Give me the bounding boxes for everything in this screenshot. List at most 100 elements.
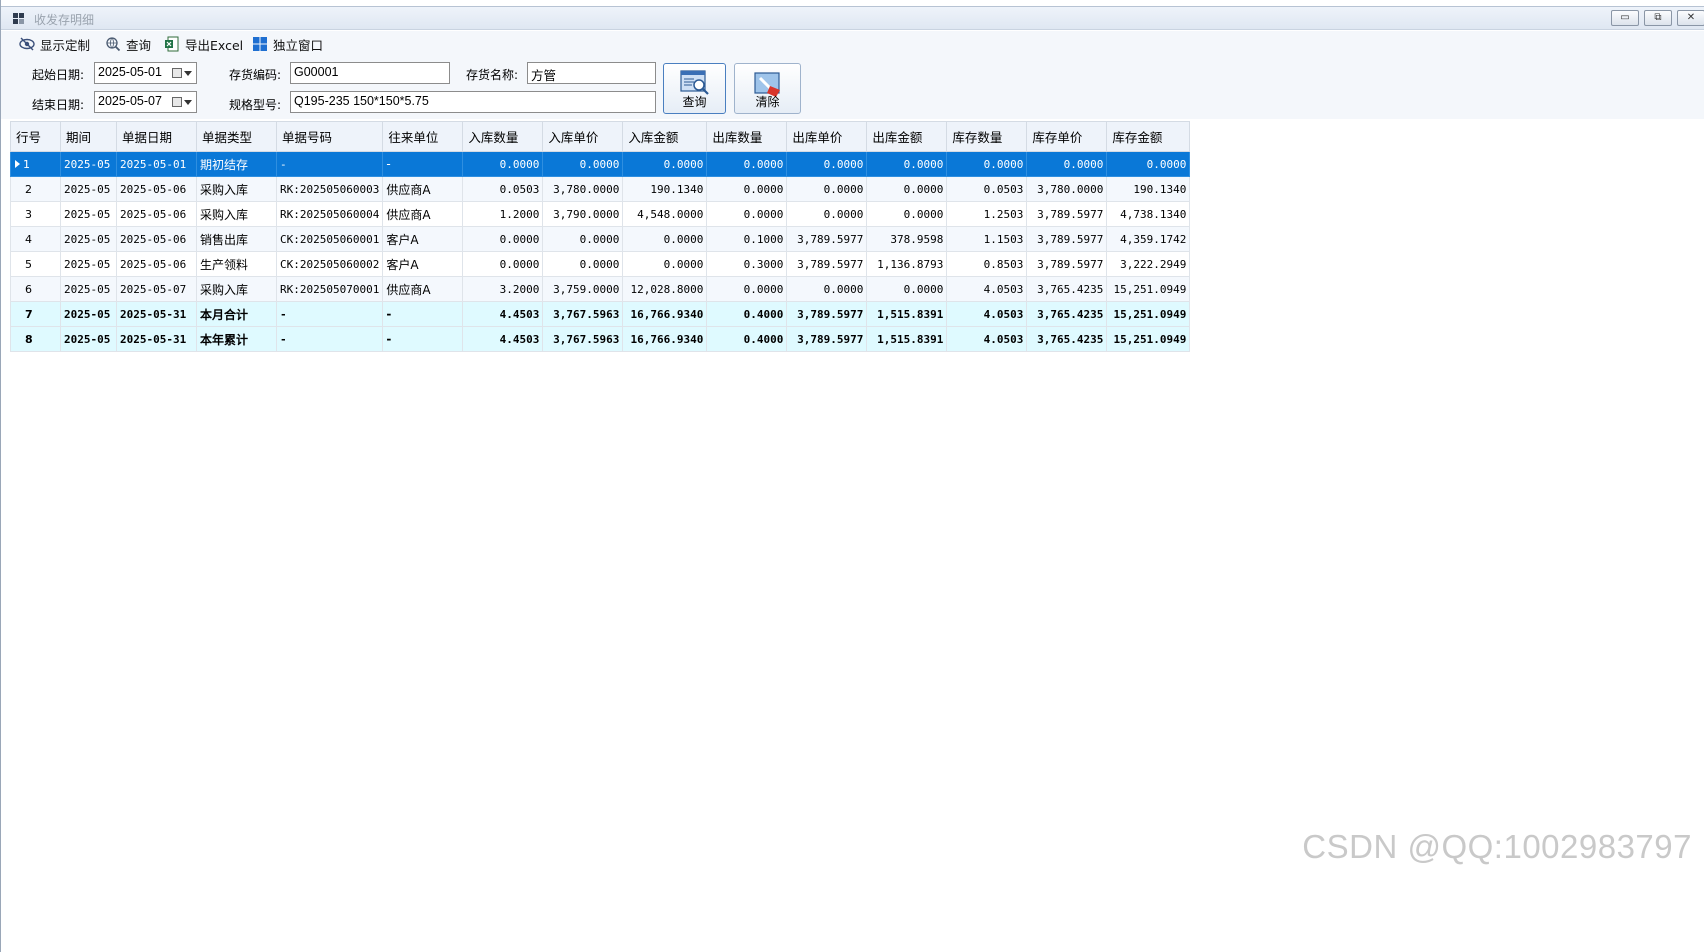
table-cell[interactable]: 3,767.5963 [542,326,624,352]
table-cell[interactable]: - [382,301,464,327]
table-cell[interactable]: 2 [10,176,61,202]
table-cell[interactable]: 2025-05-01 [116,151,197,177]
table-cell[interactable]: 客户A [382,226,464,252]
table-cell[interactable]: 3,789.5977 [1026,201,1108,227]
table-cell[interactable]: 2025-05-31 [116,326,197,352]
minimize-button[interactable]: ▭ [1611,10,1639,26]
table-cell[interactable]: 3,789.5977 [1026,226,1108,252]
column-header[interactable]: 行号 [10,121,61,152]
table-cell[interactable]: 本年累计 [196,326,277,352]
table-cell[interactable]: 3,790.0000 [542,201,624,227]
table-cell[interactable]: 0.0000 [866,176,948,202]
table-cell[interactable]: 0.0000 [786,176,868,202]
table-cell[interactable]: 1.1503 [946,226,1028,252]
table-row[interactable]: 7 2025-05 2025-05-31 本月合计 - -4.4503 3,767.5963… [10,301,1191,327]
table-cell[interactable]: 15,251.0949 [1106,276,1191,302]
table-cell[interactable]: 2025-05-07 [116,276,197,302]
table-cell[interactable]: 0.0000 [866,276,948,302]
table-cell[interactable]: 1,515.8391 [866,301,948,327]
name-input[interactable]: 方管 [527,62,656,84]
display-custom-button[interactable]: 显示定制 [19,35,90,53]
table-cell[interactable]: 2025-05-06 [116,226,197,252]
table-cell[interactable]: 2025-05 [60,251,117,277]
table-cell[interactable]: RK:202505060004 [275,201,384,227]
table-cell[interactable]: 供应商A [382,176,464,202]
table-row[interactable]: 6 2025-05 2025-05-07 采购入库 RK:202505070001 供应商… [10,276,1191,302]
table-cell[interactable]: 0.0000 [706,276,788,302]
table-cell[interactable]: 3.2000 [462,276,544,302]
table-cell[interactable]: - [275,301,384,327]
table-cell[interactable]: 0.0000 [462,151,544,177]
table-cell[interactable]: 0.4000 [706,301,788,327]
table-cell[interactable]: 3,767.5963 [542,301,624,327]
table-cell[interactable]: 8 [10,326,61,352]
table-cell[interactable]: 4.4503 [462,326,544,352]
table-cell[interactable]: 0.0000 [786,151,868,177]
table-cell[interactable]: RK:202505060003 [275,176,384,202]
table-cell[interactable]: 0.4000 [706,326,788,352]
table-cell[interactable]: 2025-05-06 [116,176,197,202]
toolbar-query-button[interactable]: 查询 [105,35,151,53]
table-row[interactable]: 1 2025-05 2025-05-01 期初结存 - -0.0000 0.0000 0.00… [10,151,1191,177]
table-cell[interactable]: 3 [10,201,61,227]
table-cell[interactable]: 0.0000 [866,151,948,177]
table-cell[interactable]: 12,028.8000 [622,276,708,302]
spec-input[interactable]: Q195-235 150*150*5.75 [290,91,656,113]
table-cell[interactable]: 供应商A [382,276,464,302]
table-cell[interactable]: 3,765.4235 [1026,326,1108,352]
table-cell[interactable]: 16,766.9340 [622,326,708,352]
column-header[interactable]: 单据类型 [196,121,277,152]
table-cell[interactable]: 0.0503 [462,176,544,202]
start-date-dropdown[interactable] [172,66,194,80]
table-cell[interactable]: 期初结存 [196,151,277,177]
table-cell[interactable]: 2025-05-06 [116,251,197,277]
column-header[interactable]: 往来单位 [382,121,464,152]
table-cell[interactable]: 2025-05 [60,301,117,327]
table-cell[interactable]: 3,222.2949 [1106,251,1191,277]
table-cell[interactable]: 0.0503 [946,176,1028,202]
table-cell[interactable]: 3,765.4235 [1026,301,1108,327]
table-cell[interactable]: 4.0503 [946,276,1028,302]
table-cell[interactable]: 0.1000 [706,226,788,252]
column-header[interactable]: 出库单价 [786,121,868,152]
column-header[interactable]: 出库数量 [706,121,788,152]
table-cell[interactable]: 3,789.5977 [786,326,868,352]
table-cell[interactable]: 1,136.8793 [866,251,948,277]
table-cell[interactable]: 1.2503 [946,201,1028,227]
table-cell[interactable]: 0.0000 [706,151,788,177]
column-header[interactable]: 出库金额 [866,121,948,152]
restore-button[interactable]: ⧉ [1644,10,1672,26]
table-cell[interactable]: 0.3000 [706,251,788,277]
table-cell[interactable]: 0.0000 [1106,151,1191,177]
end-date-dropdown[interactable] [172,95,194,109]
table-cell[interactable]: 0.0000 [462,251,544,277]
table-cell[interactable]: 3,780.0000 [1026,176,1108,202]
table-cell[interactable]: 4,359.1742 [1106,226,1191,252]
table-cell[interactable]: - [382,151,464,177]
export-excel-button[interactable]: 导出Excel [164,35,243,53]
column-header[interactable]: 单据号码 [275,121,384,152]
table-cell[interactable]: 15,251.0949 [1106,326,1191,352]
column-header[interactable]: 入库数量 [462,121,544,152]
standalone-window-button[interactable]: 独立窗口 [252,35,323,53]
column-header[interactable]: 入库金额 [622,121,708,152]
table-row[interactable]: 8 2025-05 2025-05-31 本年累计 - -4.4503 3,767.5963… [10,326,1191,352]
table-cell[interactable]: 0.0000 [786,201,868,227]
table-cell[interactable]: CK:202505060002 [275,251,384,277]
table-cell[interactable]: 0.0000 [542,226,624,252]
table-cell[interactable]: 0.0000 [462,226,544,252]
table-cell[interactable]: 采购入库 [196,276,277,302]
code-input[interactable]: G00001 [290,62,450,84]
column-header[interactable]: 库存单价 [1026,121,1108,152]
table-cell[interactable]: 16,766.9340 [622,301,708,327]
start-date-picker[interactable]: 2025-05-01 [94,62,197,84]
table-cell[interactable]: 2025-05-06 [116,201,197,227]
table-cell[interactable]: 3,780.0000 [542,176,624,202]
table-cell[interactable]: 0.0000 [542,151,624,177]
table-row[interactable]: 3 2025-05 2025-05-06 采购入库 RK:202505060004 供应商… [10,201,1191,227]
table-cell[interactable]: 0.0000 [786,276,868,302]
table-cell[interactable]: 3,789.5977 [786,226,868,252]
table-cell[interactable]: 2025-05 [60,151,117,177]
table-cell[interactable]: - [275,151,384,177]
table-cell[interactable]: 供应商A [382,201,464,227]
